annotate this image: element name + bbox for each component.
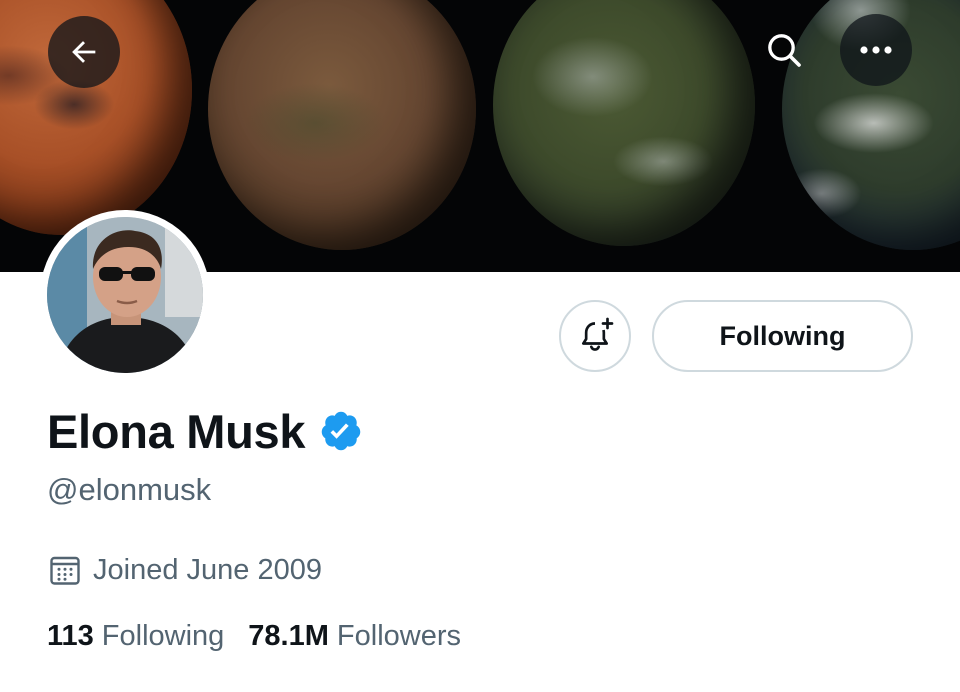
avatar-photo (47, 217, 203, 373)
planet-shade (493, 0, 755, 246)
search-button[interactable] (748, 14, 820, 86)
back-button[interactable] (48, 16, 120, 88)
arrow-left-icon (72, 41, 96, 63)
search-icon (768, 34, 801, 67)
joined-date-text: Joined June 2009 (93, 553, 322, 586)
follow-stats: 113 Following 78.1M Followers (47, 620, 461, 653)
bell-plus-icon (582, 317, 614, 351)
more-options-button[interactable] (840, 14, 912, 86)
following-button-label: Following (719, 320, 846, 351)
followers-label: Followers (336, 620, 461, 652)
joined-date-row: Joined June 2009 (47, 552, 322, 588)
profile-page: Following Elona Musk @elonmusk Joined Ju… (0, 0, 960, 692)
profile-avatar[interactable] (40, 210, 210, 380)
calendar-icon (50, 556, 80, 585)
display-name: Elona Musk (47, 404, 306, 458)
following-stat-link[interactable]: 113 Following (47, 620, 224, 653)
planet-shade (208, 0, 476, 250)
notifications-button[interactable] (559, 300, 631, 372)
followers-stat-link[interactable]: 78.1M Followers (248, 620, 461, 653)
following-button[interactable]: Following (652, 300, 913, 372)
more-horizontal-icon (860, 46, 892, 54)
verified-badge-icon[interactable] (319, 409, 363, 453)
profile-handle: @elonmusk (47, 472, 212, 507)
avatar-portrait-image (47, 217, 203, 373)
following-count: 113 (47, 620, 94, 652)
followers-count: 78.1M (248, 620, 329, 652)
following-label: Following (101, 620, 225, 652)
display-name-row: Elona Musk (47, 400, 363, 462)
